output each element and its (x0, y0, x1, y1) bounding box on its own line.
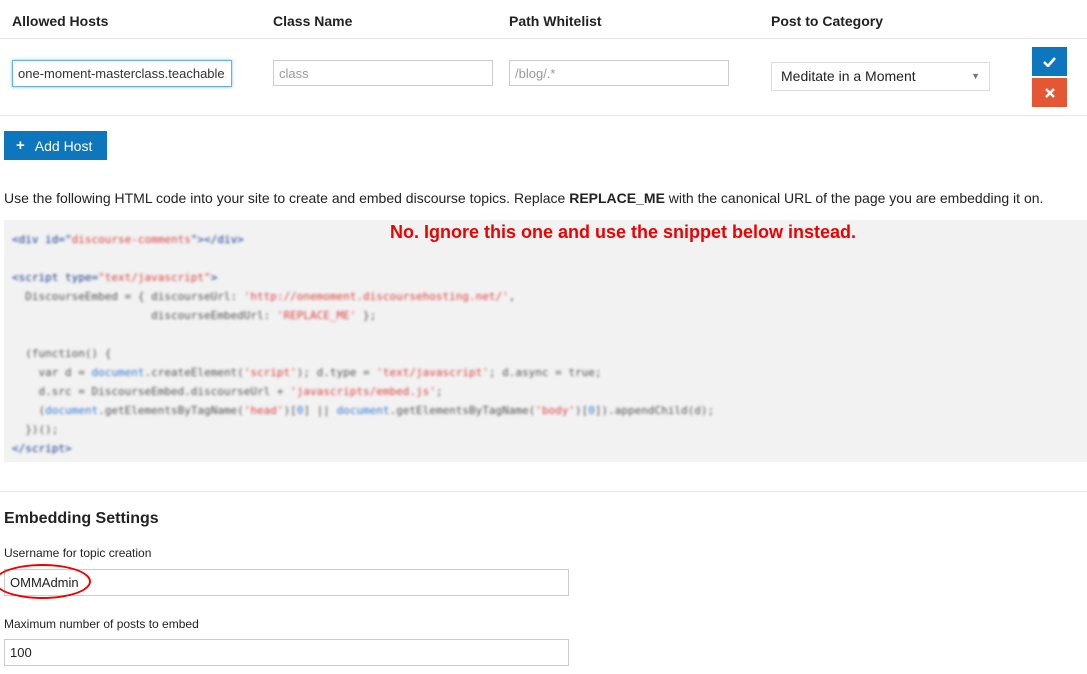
class-name-input[interactable] (273, 60, 493, 86)
path-whitelist-input[interactable] (509, 60, 729, 86)
header-class-name: Class Name (273, 13, 353, 29)
username-label: Username for topic creation (4, 546, 152, 560)
header-divider (0, 38, 1087, 39)
header-post-to-category: Post to Category (771, 13, 884, 29)
save-host-button[interactable] (1032, 47, 1067, 76)
add-host-button[interactable]: + Add Host (4, 131, 107, 160)
section-divider (0, 491, 1087, 492)
max-posts-input[interactable] (4, 639, 569, 666)
embedding-settings-title: Embedding Settings (4, 510, 159, 527)
annotation-note: No. Ignore this one and use the snippet … (390, 222, 857, 242)
embed-description: Use the following HTML code into your si… (4, 190, 1043, 206)
category-select-value: Meditate in a Moment (781, 68, 916, 84)
add-host-label: Add Host (34, 137, 93, 154)
embed-code-block: <div id="discourse-comments"></div> <scr… (4, 220, 1087, 462)
chevron-down-icon: ▼ (971, 71, 980, 81)
max-posts-label: Maximum number of posts to embed (4, 617, 199, 631)
category-select[interactable]: Meditate in a Moment ▼ (771, 62, 990, 91)
check-icon (1043, 56, 1056, 67)
header-path-whitelist: Path Whitelist (509, 13, 602, 29)
times-icon (1044, 87, 1055, 98)
description-prefix: Use the following HTML code into your si… (4, 190, 570, 206)
description-bold: REPLACE_ME (569, 190, 665, 206)
row-divider (0, 115, 1087, 116)
description-suffix: with the canonical URL of the page you a… (664, 190, 1044, 206)
allowed-host-input[interactable] (12, 60, 232, 87)
plus-icon: + (16, 137, 25, 154)
cancel-host-button[interactable] (1032, 78, 1067, 107)
header-allowed-hosts: Allowed Hosts (12, 13, 109, 29)
